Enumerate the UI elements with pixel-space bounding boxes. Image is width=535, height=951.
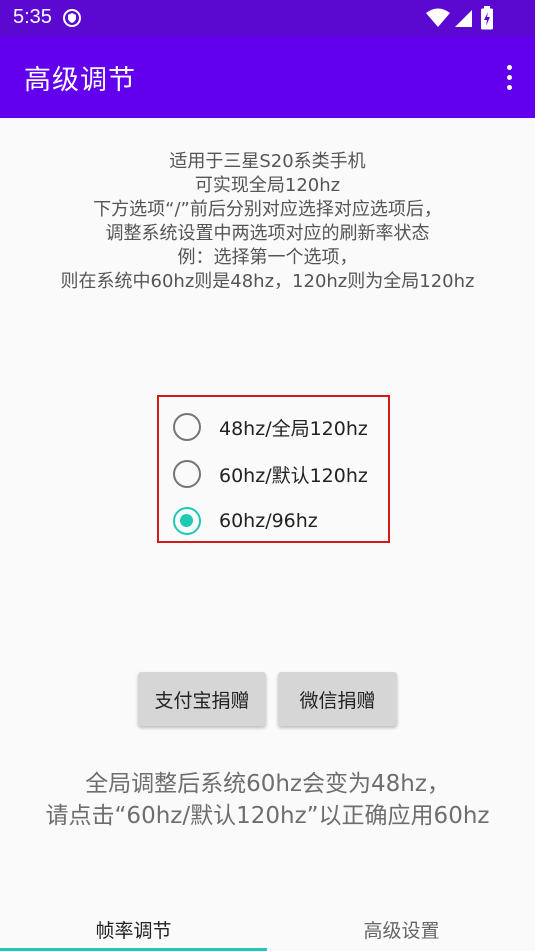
radio-label: 60hz/默认120hz [219,464,368,487]
tab-advanced-settings[interactable]: 高级设置 [268,900,535,951]
radio-option-48hz[interactable]: 48hz/全局120hz [173,407,387,447]
description-line: 可实现全局120hz [194,175,341,196]
more-vert-icon[interactable] [497,60,521,94]
bottom-tab-bar: 帧率调节 高级设置 [0,900,535,951]
description-line: 适用于三星S20系类手机 [169,151,366,172]
shield-icon [63,9,81,27]
wifi-icon [426,8,450,27]
description-text: 适用于三星S20系类手机 可实现全局120hz 下方选项“/”前后分别对应选择对… [0,150,535,294]
app-bar: 高级调节 [0,36,535,118]
battery-charging-icon [481,6,493,30]
radio-unchecked-icon[interactable] [173,460,201,488]
hint-line: 全局调整后系统60hz会变为48hz， [85,771,450,797]
description-line: 例：选择第一个选项， [177,247,358,268]
wechat-donate-button[interactable]: 微信捐赠 [278,672,397,726]
description-line: 则在系统中60hz则是48hz，120hz则为全局120hz [60,271,475,292]
radio-option-60hz-default[interactable]: 60hz/默认120hz [173,454,387,494]
radio-option-60hz-96hz[interactable]: 60hz/96hz [173,501,387,541]
signal-icon [455,10,472,27]
hint-line: 请点击“60hz/默认120hz”以正确应用60hz [45,803,490,829]
tab-frame-rate[interactable]: 帧率调节 [0,900,267,951]
hint-text: 全局调整后系统60hz会变为48hz， 请点击“60hz/默认120hz”以正确… [0,768,535,832]
description-line: 下方选项“/”前后分别对应选择对应选项后， [93,199,442,220]
radio-checked-icon[interactable] [173,507,201,535]
alipay-donate-button[interactable]: 支付宝捐赠 [138,672,266,726]
page-title: 高级调节 [24,65,136,96]
radio-unchecked-icon[interactable] [173,413,201,441]
radio-label: 48hz/全局120hz [219,417,368,440]
radio-label: 60hz/96hz [219,510,318,532]
description-line: 调整系统设置中两选项对应的刷新率状态 [105,223,430,244]
status-time: 5:35 [13,6,52,28]
refresh-rate-radio-group: 48hz/全局120hz 60hz/默认120hz 60hz/96hz [157,395,390,543]
status-bar: 5:35 [0,0,535,36]
